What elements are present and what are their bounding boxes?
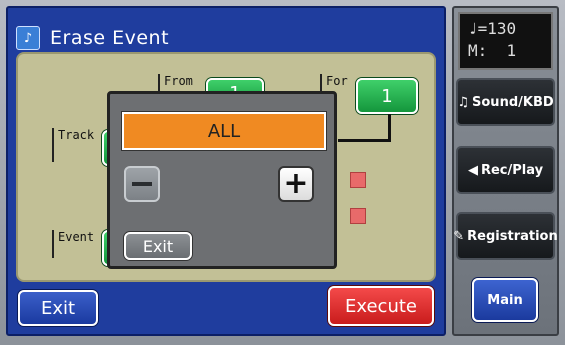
registration-label: Registration — [467, 228, 558, 244]
sidebar: ♩=130 M: 1 ♫ Sound/KBD ◀ Rec/Play ✎ Regi… — [452, 6, 559, 336]
registration-button[interactable]: ✎ Registration — [453, 212, 558, 260]
main-button[interactable]: Main — [472, 278, 538, 322]
tempo-measure-display: ♩=130 M: 1 — [458, 12, 553, 70]
value-popup: ALL + Exit — [107, 91, 337, 269]
title-bar: ♪ Erase Event — [16, 24, 169, 52]
exit-button[interactable]: Exit — [18, 290, 98, 326]
for-connector-horizontal — [338, 139, 391, 142]
track-label: Track — [52, 128, 94, 162]
event-label: Event — [52, 230, 94, 258]
notes-icon: ♫ — [457, 94, 470, 110]
book-icon: ✎ — [453, 228, 465, 244]
decrement-button[interactable] — [124, 166, 160, 202]
popup-exit-button[interactable]: Exit — [124, 232, 192, 260]
sound-kbd-button[interactable]: ♫ Sound/KBD — [456, 78, 555, 126]
execute-button[interactable]: Execute — [328, 286, 434, 326]
minus-icon — [132, 182, 152, 186]
for-value-button[interactable]: 1 — [356, 78, 418, 114]
page-title: Erase Event — [50, 27, 170, 49]
for-connector-vertical — [388, 114, 391, 142]
track-marker-2 — [350, 208, 366, 224]
note-sparkle-icon: ♪ — [16, 26, 40, 50]
speaker-icon: ◀ — [467, 162, 478, 178]
rec-play-label: Rec/Play — [480, 162, 544, 178]
sound-kbd-label: Sound/KBD — [472, 94, 554, 110]
track-marker-1 — [350, 172, 366, 188]
rec-play-button[interactable]: ◀ Rec/Play — [456, 146, 555, 194]
increment-button[interactable]: + — [278, 166, 314, 202]
measure-readout: M: 1 — [468, 41, 517, 60]
popup-value-display: ALL — [122, 112, 326, 150]
tempo-readout: ♩=130 — [468, 19, 517, 38]
screen: ♪ Erase Event From 1 For 1 Track Event E… — [0, 0, 565, 345]
